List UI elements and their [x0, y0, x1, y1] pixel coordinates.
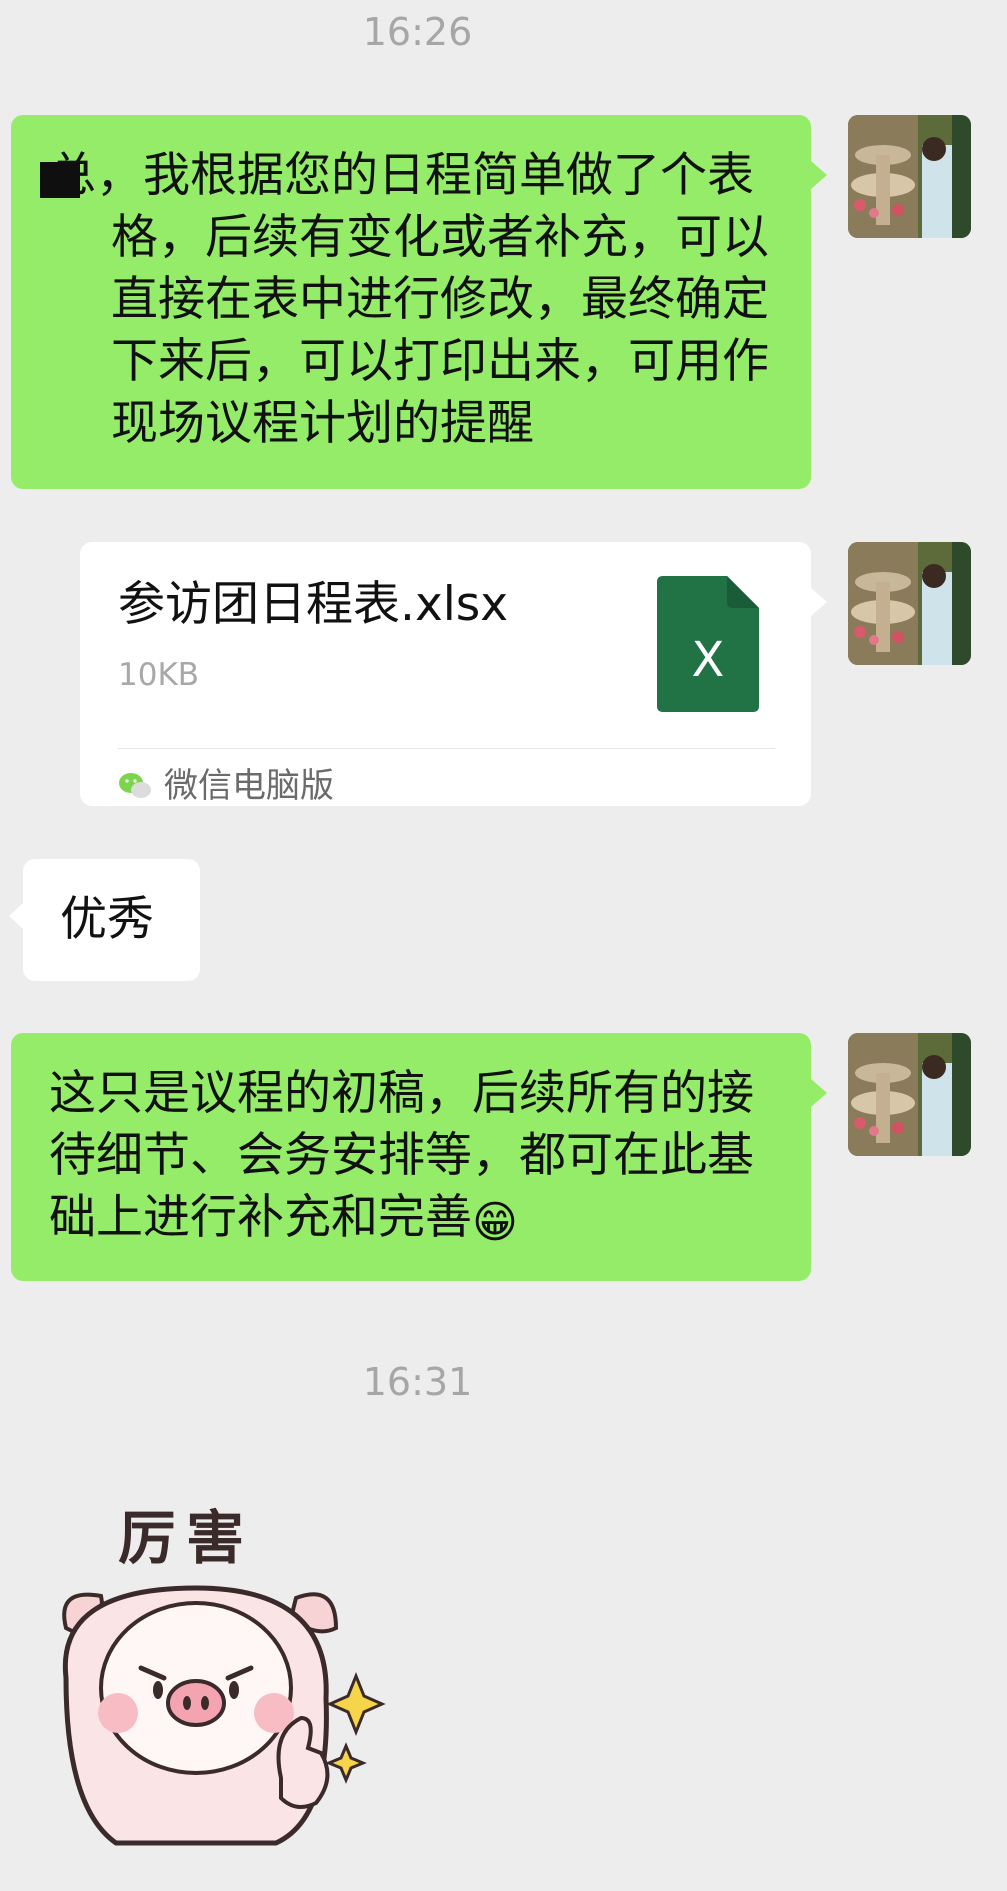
file-source-label: 微信电脑版	[164, 766, 334, 806]
message-text: 优秀	[60, 892, 154, 947]
avatar[interactable]	[848, 1033, 971, 1156]
message-text: 总，我根据您的日程简单做了个表格，后续有变化或者补充，可以直接在表中进行修改，最…	[49, 148, 769, 451]
excel-file-icon: X	[657, 576, 759, 712]
avatar-photo-icon	[848, 115, 971, 238]
divider	[118, 748, 775, 749]
avatar[interactable]	[848, 115, 971, 238]
file-message-card[interactable]: 参访团日程表.xlsx 10KB X 微信电脑版	[80, 542, 827, 806]
message-text: 这只是议程的初稿，后续所有的接待细节、会务安排等，都可在此基础上进行补充和完善	[49, 1066, 754, 1245]
pig-thumbs-up-sticker[interactable]: 厉害	[46, 1478, 396, 1858]
sticker-text: 厉害	[118, 1504, 254, 1572]
file-size: 10KB	[118, 657, 200, 693]
wechat-icon	[119, 773, 151, 798]
message-bubble-sent[interactable]: 总，我根据您的日程简单做了个表格，后续有变化或者补充，可以直接在表中进行修改，最…	[11, 115, 827, 489]
avatar[interactable]	[848, 542, 971, 665]
excel-icon-letter: X	[692, 632, 725, 688]
grinning-face-emoji: 😁	[472, 1197, 518, 1248]
timestamp: 16:31	[362, 1360, 473, 1404]
message-bubble-sent[interactable]: 这只是议程的初稿，后续所有的接待细节、会务安排等，都可在此基础上进行补充和完善😁	[11, 1033, 827, 1281]
avatar-photo-icon	[848, 542, 971, 665]
redacted-name-block	[40, 162, 80, 198]
timestamp: 16:26	[362, 10, 473, 54]
file-name: 参访团日程表.xlsx	[118, 577, 509, 632]
file-source: 微信电脑版	[118, 756, 334, 816]
message-bubble-received[interactable]: 优秀	[9, 859, 200, 981]
avatar-photo-icon	[848, 1033, 971, 1156]
